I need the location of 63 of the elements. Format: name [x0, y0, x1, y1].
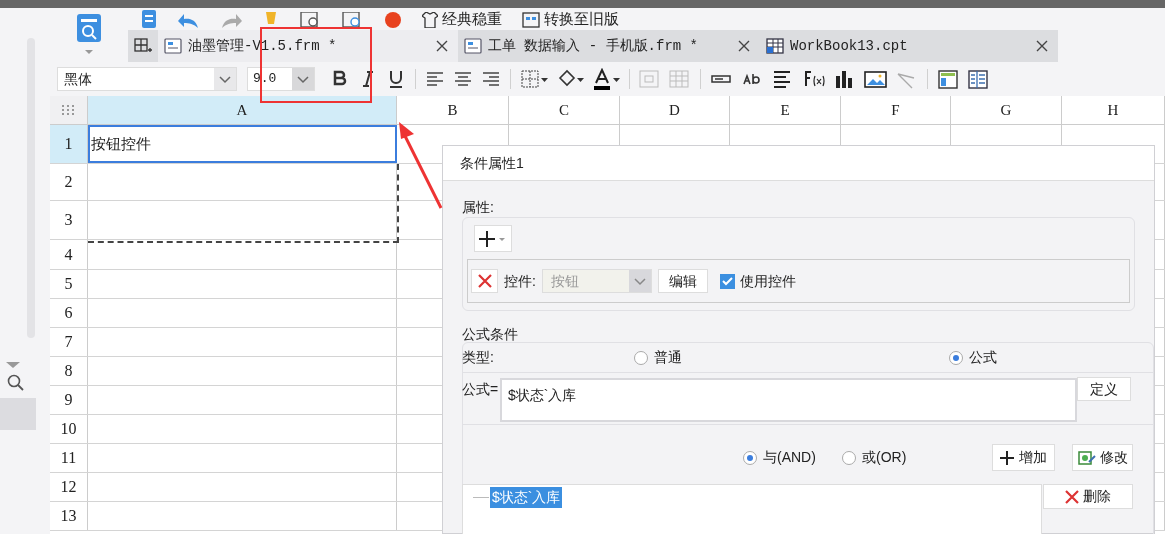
- caret-down-icon: [6, 362, 20, 368]
- close-icon[interactable]: [436, 40, 448, 52]
- column-header[interactable]: A: [88, 96, 397, 124]
- plus-icon: [479, 230, 507, 247]
- checkmark-icon: [721, 276, 733, 286]
- type-radio[interactable]: 普通: [634, 347, 949, 368]
- form-icon: [464, 38, 482, 54]
- caret-down-icon: [292, 68, 314, 90]
- tab[interactable]: WorkBook13.cpt: [760, 30, 1058, 62]
- close-icon[interactable]: [738, 40, 750, 52]
- toolbar-button[interactable]: 经典稳重: [422, 8, 502, 28]
- caret-down-icon: [214, 68, 236, 90]
- window-icon: [522, 12, 540, 28]
- toolbar-button[interactable]: 转换至旧版: [522, 8, 619, 28]
- document-icon[interactable]: [140, 10, 158, 28]
- tab-label: 工单 数据输入 - 手机版.frm *: [488, 36, 699, 56]
- font-color-icon[interactable]: [591, 68, 621, 90]
- close-icon: [1065, 489, 1079, 504]
- field-label: 公式=: [462, 380, 500, 399]
- layout-icon[interactable]: [936, 68, 960, 90]
- edit-button[interactable]: 编辑: [657, 269, 708, 293]
- report-icon[interactable]: [75, 14, 103, 44]
- new-sheet-icon[interactable]: [134, 38, 152, 54]
- font-dropdown[interactable]: 黑体: [57, 67, 237, 91]
- delete-button[interactable]: [471, 269, 498, 293]
- add-button[interactable]: [474, 225, 512, 252]
- dialog-title: 条件属性1: [443, 146, 1154, 181]
- add-button[interactable]: 增加: [992, 444, 1055, 471]
- font-name: 黑体: [63, 69, 93, 89]
- merge-cells-icon[interactable]: [638, 68, 662, 90]
- section-heading: 公式条件: [462, 325, 519, 342]
- type-radio[interactable]: 公式: [949, 347, 997, 368]
- list-layout-icon[interactable]: [966, 68, 990, 90]
- undo-icon[interactable]: [178, 12, 200, 28]
- image-icon[interactable]: [863, 68, 889, 90]
- shirt-icon: [422, 12, 438, 28]
- join-radio[interactable]: 或(OR): [842, 447, 992, 468]
- row-header[interactable]: 1: [50, 125, 88, 163]
- notification-icon[interactable]: [384, 12, 402, 28]
- border-icon[interactable]: [519, 68, 549, 90]
- plus-icon: [1000, 450, 1014, 465]
- close-icon: [476, 273, 493, 289]
- search-icon[interactable]: [7, 374, 25, 392]
- form-icon: [164, 38, 182, 54]
- tab[interactable]: 工单 数据输入 - 手机版.frm *: [458, 30, 760, 62]
- modify-button[interactable]: 修改: [1072, 444, 1133, 471]
- tab-label: WorkBook13.cpt: [790, 36, 909, 56]
- section-heading: 属性:: [462, 198, 495, 217]
- grip-icon[interactable]: [61, 105, 76, 115]
- caret-down-icon: [628, 270, 651, 292]
- close-icon[interactable]: [1036, 40, 1048, 52]
- spreadsheet-icon: [766, 38, 784, 54]
- formula-field[interactable]: $状态`入库: [500, 378, 1077, 422]
- delete-button[interactable]: 删除: [1043, 484, 1133, 509]
- field-label: 控件:: [504, 271, 536, 291]
- field-label: 类型:: [462, 348, 495, 367]
- join-radio[interactable]: 与(AND): [743, 447, 842, 468]
- use-control-checkbox[interactable]: 使用控件: [719, 270, 796, 292]
- cell[interactable]: 按钮控件: [88, 125, 397, 163]
- split-cells-icon[interactable]: [668, 68, 692, 90]
- caret-down-icon[interactable]: [85, 50, 93, 54]
- edit-icon: [1077, 449, 1096, 466]
- define-button[interactable]: 定义: [1077, 377, 1131, 401]
